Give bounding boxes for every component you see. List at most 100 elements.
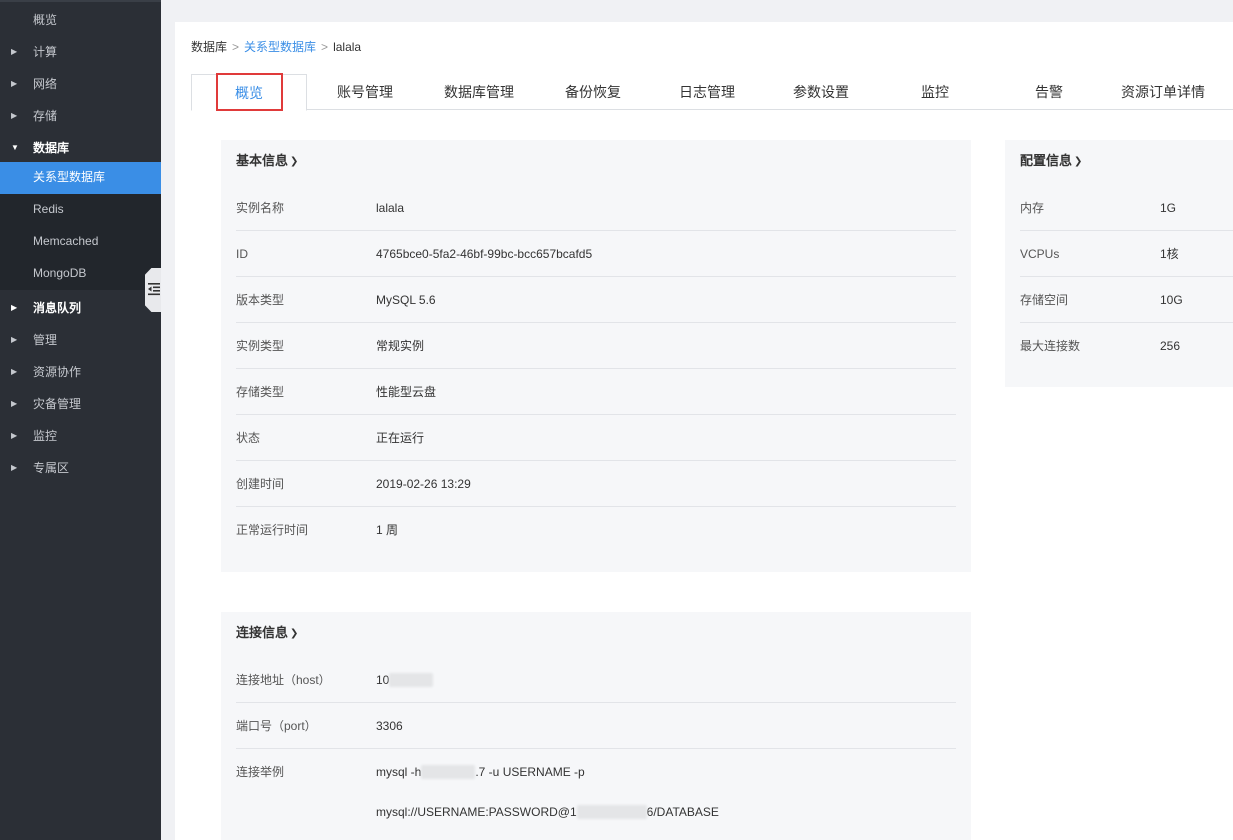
sidebar-item-message-queue[interactable]: ▶ 消息队列 — [0, 292, 161, 324]
info-key: 创建时间 — [236, 477, 285, 491]
sidebar-item-management[interactable]: ▶ 管理 — [0, 324, 161, 356]
breadcrumb-parent[interactable]: 关系型数据库 — [244, 40, 316, 54]
info-key: 存储空间 — [1020, 293, 1069, 307]
sidebar-item-label: 监控 — [33, 429, 58, 443]
tab-alarm[interactable]: 告警 — [992, 74, 1106, 110]
info-row: 版本类型 MySQL 5.6 — [236, 277, 956, 323]
example-text: .7 -u USERNAME -p — [475, 765, 585, 779]
tab-label: 告警 — [1035, 84, 1063, 100]
tab-parameter-settings[interactable]: 参数设置 — [764, 74, 878, 110]
info-key: ID — [236, 247, 248, 261]
info-value: 10G — [1160, 293, 1183, 307]
info-key: VCPUs — [1020, 247, 1060, 261]
info-row: 存储空间 10G — [1020, 277, 1233, 323]
sidebar-item-resource-collab[interactable]: ▶ 资源协作 — [0, 356, 161, 388]
sidebar-item-database[interactable]: ▼ 数据库 — [0, 132, 161, 164]
status-value: 正在运行 — [376, 431, 425, 445]
tab-resource-order-details[interactable]: 资源订单详情 — [1106, 74, 1220, 110]
info-value: 2019-02-26 13:29 — [376, 477, 471, 491]
sidebar-subitem-memcached[interactable]: Memcached — [0, 226, 161, 258]
sidebar-item-label: 存储 — [33, 109, 58, 123]
tab-overview[interactable]: 概览 — [191, 73, 307, 111]
info-value: 性能型云盘 — [376, 385, 437, 399]
chevron-down-icon: ❯ — [290, 628, 299, 639]
info-key: 最大连接数 — [1020, 339, 1081, 353]
caret-right-icon: ▶ — [11, 335, 18, 344]
sidebar-top-divider — [0, 0, 161, 2]
tab-label: 备份恢复 — [565, 84, 621, 100]
info-key: 连接地址（host） — [236, 673, 331, 687]
sidebar-item-label: 资源协作 — [33, 365, 82, 379]
main-content: 数据库 > 关系型数据库 > lalala 概览 账号管理 数据库管理 备份恢复 日志管… — [175, 22, 1233, 840]
sidebar-item-label: 数据库 — [33, 141, 70, 155]
tab-label: 监控 — [921, 84, 949, 100]
basic-info-title[interactable]: 基本信息 ❯ — [236, 150, 298, 169]
info-value: 1 周 — [376, 523, 399, 537]
sidebar-subitem-label: MongoDB — [33, 266, 87, 280]
info-row: 状态 正在运行 — [236, 415, 956, 461]
breadcrumb-separator: > — [321, 40, 329, 54]
panel-title-text: 基本信息 — [236, 153, 289, 168]
panel-title-text: 连接信息 — [236, 625, 289, 640]
caret-down-icon: ▼ — [11, 143, 19, 152]
info-row: ID 4765bce0-5fa2-46bf-99bc-bcc657bcafd5 — [236, 231, 956, 277]
redacted-mask — [421, 765, 476, 779]
info-key: 连接举例 — [236, 765, 285, 779]
breadcrumb-root[interactable]: 数据库 — [191, 40, 227, 54]
sidebar-item-monitor[interactable]: ▶ 监控 — [0, 420, 161, 452]
info-row: 连接地址（host） 10 — [236, 657, 956, 703]
sidebar-subitem-redis[interactable]: Redis — [0, 194, 161, 226]
info-key: 实例名称 — [236, 201, 285, 215]
sidebar-item-dedicated-zone[interactable]: ▶ 专属区 — [0, 452, 161, 484]
example-text: mysql://USERNAME:PASSWORD@1 — [376, 805, 577, 819]
info-row: 正常运行时间 1 周 — [236, 507, 956, 553]
sidebar-subitem-mongodb[interactable]: MongoDB — [0, 258, 161, 290]
sidebar-item-network[interactable]: ▶ 网络 — [0, 68, 161, 100]
info-row: 内存 1G — [1020, 185, 1233, 231]
tab-backup-restore[interactable]: 备份恢复 — [536, 74, 650, 110]
tab-database-management[interactable]: 数据库管理 — [422, 74, 536, 110]
sidebar-item-label: 消息队列 — [33, 301, 82, 315]
caret-right-icon: ▶ — [11, 79, 18, 88]
caret-right-icon: ▶ — [11, 303, 18, 312]
info-row: 最大连接数 256 — [1020, 323, 1233, 369]
info-row: 存储类型 性能型云盘 — [236, 369, 956, 415]
database-submenu: 关系型数据库 Redis Memcached MongoDB — [0, 162, 161, 290]
caret-right-icon: ▶ — [11, 431, 18, 440]
tab-account-management[interactable]: 账号管理 — [308, 74, 422, 110]
collapse-sidebar-icon — [148, 283, 160, 296]
info-row: 端口号（port） 3306 — [236, 703, 956, 749]
chevron-down-icon: ❯ — [290, 156, 299, 167]
tab-label: 参数设置 — [793, 84, 849, 100]
sidebar-item-overview[interactable]: 概览 — [0, 4, 161, 36]
sidebar-item-disaster-recovery[interactable]: ▶ 灾备管理 — [0, 388, 161, 420]
connection-info-title[interactable]: 连接信息 ❯ — [236, 622, 298, 641]
tab-monitor[interactable]: 监控 — [878, 74, 992, 110]
info-key: 状态 — [236, 431, 261, 445]
chevron-down-icon: ❯ — [1074, 156, 1083, 167]
tab-label: 数据库管理 — [444, 84, 514, 100]
breadcrumb-separator: > — [232, 40, 240, 54]
redacted-mask — [576, 805, 647, 819]
tab-label: 资源订单详情 — [1121, 84, 1205, 100]
info-key: 存储类型 — [236, 385, 285, 399]
info-key: 端口号（port） — [236, 719, 317, 733]
caret-right-icon: ▶ — [11, 111, 18, 120]
sidebar-item-storage[interactable]: ▶ 存储 — [0, 100, 161, 132]
tab-log-management[interactable]: 日志管理 — [650, 74, 764, 110]
info-key: 版本类型 — [236, 293, 285, 307]
sidebar-subitem-rds[interactable]: 关系型数据库 — [0, 162, 161, 194]
sidebar-item-compute[interactable]: ▶ 计算 — [0, 36, 161, 68]
info-value: 常规实例 — [376, 339, 425, 353]
config-info-panel: 配置信息 ❯ 内存 1G VCPUs 1核 存储空间 10G 最大连接数 256 — [1005, 140, 1233, 387]
collapse-sidebar-button[interactable] — [145, 268, 161, 312]
info-key: 内存 — [1020, 201, 1045, 215]
sidebar-item-label: 专属区 — [33, 461, 70, 475]
info-key: 实例类型 — [236, 339, 285, 353]
example-text: mysql -h — [376, 765, 422, 779]
info-key: 正常运行时间 — [236, 523, 309, 537]
caret-right-icon: ▶ — [11, 47, 18, 56]
info-row: 连接举例 mysql -h .7 -u USERNAME -p mysql://U… — [236, 749, 956, 839]
config-info-title[interactable]: 配置信息 ❯ — [1020, 150, 1082, 169]
host-value-text: 10 — [376, 673, 390, 687]
